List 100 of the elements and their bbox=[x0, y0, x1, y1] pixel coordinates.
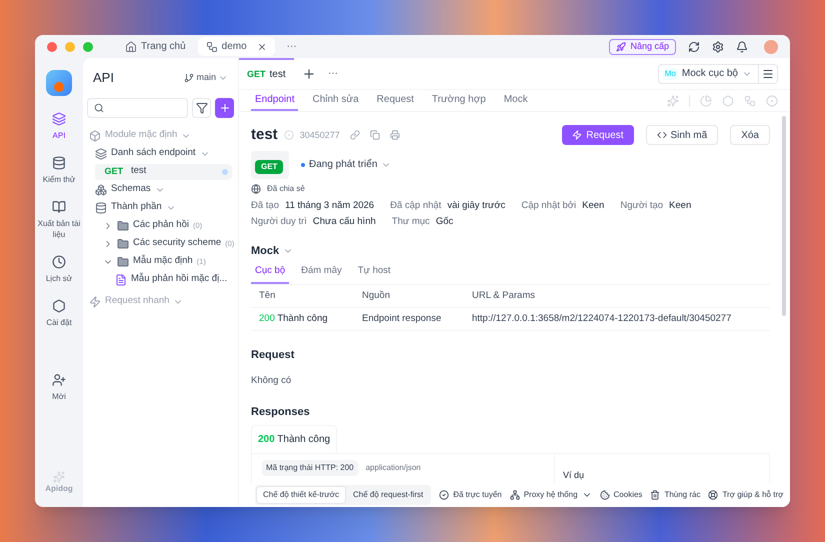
invite-icon bbox=[52, 373, 66, 387]
refresh-icon[interactable] bbox=[688, 40, 700, 52]
section-tab[interactable]: Mock bbox=[500, 90, 532, 111]
flow-icon[interactable] bbox=[744, 94, 756, 106]
mock-source-tab[interactable]: Tự host bbox=[354, 264, 395, 284]
mode-toggle[interactable]: Chế độ request-first bbox=[346, 486, 430, 504]
lightning-icon bbox=[572, 130, 582, 140]
window-tab[interactable]: demo bbox=[198, 37, 275, 56]
cube-icon bbox=[95, 184, 107, 196]
more-button[interactable]: ··· bbox=[328, 66, 338, 81]
mock-source-tab[interactable]: Cục bộ bbox=[251, 264, 290, 284]
empty-text: Không có bbox=[251, 374, 292, 388]
section-tab[interactable]: Trường hợp bbox=[428, 90, 490, 111]
lightning-icon bbox=[89, 296, 101, 308]
cookie-icon bbox=[600, 490, 610, 500]
rail-item[interactable]: Cài đặt bbox=[36, 299, 82, 328]
delete-button[interactable]: Xóa bbox=[730, 125, 770, 146]
new-tab-icon[interactable] bbox=[302, 66, 316, 80]
target-icon[interactable] bbox=[766, 94, 778, 106]
layers-icon bbox=[95, 148, 107, 160]
add-button[interactable] bbox=[215, 98, 234, 118]
tree-item[interactable]: Mẫu phản hồi mặc đị... bbox=[115, 272, 232, 288]
tree-item-label: Schemas bbox=[111, 182, 151, 196]
avatar[interactable] bbox=[764, 40, 778, 54]
network-icon bbox=[510, 490, 520, 500]
request-button[interactable]: Request bbox=[562, 125, 634, 146]
more-button[interactable]: ··· bbox=[278, 39, 305, 54]
upgrade-button[interactable]: Nâng cấp bbox=[609, 38, 676, 54]
printer-icon[interactable] bbox=[390, 130, 400, 140]
generate-code-button[interactable]: Sinh mã bbox=[646, 125, 718, 146]
example-title: Ví dụ bbox=[563, 470, 584, 480]
tree-item[interactable]: Danh sách endpoint bbox=[95, 146, 232, 162]
link-icon[interactable] bbox=[350, 130, 360, 140]
status-code-tag: Mã trạng thái HTTP: 200 bbox=[262, 460, 358, 476]
menu-icon bbox=[762, 68, 774, 80]
table-cell-text: 200 Thành công bbox=[259, 312, 329, 326]
meta-label: Người duy trì bbox=[251, 214, 307, 229]
rail-item[interactable]: Mời bbox=[36, 373, 82, 402]
endpoint-id: 30450277 bbox=[300, 128, 340, 142]
trash-icon bbox=[650, 490, 660, 500]
meta-label: Đã tạo bbox=[251, 198, 279, 212]
scrollbar[interactable] bbox=[782, 116, 786, 316]
filter-icon bbox=[196, 102, 208, 114]
panel-title: API bbox=[93, 69, 114, 87]
window-tab[interactable]: Trang chủ bbox=[117, 37, 194, 56]
search-icon bbox=[94, 102, 104, 112]
status-item[interactable]: Cookies bbox=[600, 489, 642, 501]
meta-value: Keen bbox=[669, 198, 692, 212]
chart-icon[interactable] bbox=[700, 94, 712, 106]
copy-icon[interactable] bbox=[370, 130, 380, 140]
mode-toggle[interactable]: Chế độ thiết kế-trước bbox=[256, 486, 346, 504]
close-icon[interactable] bbox=[256, 42, 267, 52]
rocket-icon bbox=[616, 42, 626, 52]
section-tab[interactable]: Endpoint bbox=[251, 90, 298, 111]
tree-item[interactable]: GET test bbox=[95, 164, 232, 180]
section-tab[interactable]: Chỉnh sửa bbox=[308, 90, 363, 111]
rail-item[interactable]: Kiểm thử bbox=[36, 156, 82, 185]
menu-button[interactable] bbox=[759, 64, 778, 84]
meta-value: 11 tháng 3 năm 2026 bbox=[285, 198, 374, 212]
history-icon bbox=[52, 255, 66, 269]
status-item[interactable]: Thùng rác bbox=[650, 489, 700, 501]
table-cell-text: Endpoint response bbox=[362, 312, 442, 326]
home-icon bbox=[125, 40, 137, 52]
hexagon-icon[interactable] bbox=[722, 94, 734, 106]
rail-item[interactable]: API bbox=[36, 112, 82, 141]
tree-item[interactable]: Schemas bbox=[95, 182, 232, 198]
status-item[interactable]: Proxy hệ thống bbox=[510, 489, 592, 501]
column-header: Nguồn bbox=[362, 288, 391, 303]
status-item[interactable]: Đã trực tuyến bbox=[439, 489, 502, 501]
rail-item[interactable]: Lịch sử bbox=[36, 255, 82, 284]
status-selector[interactable]: Đang phát triển bbox=[301, 157, 392, 172]
zoom-window-button[interactable] bbox=[83, 42, 93, 52]
status-item[interactable]: Trợ giúp & hỗ trợ bbox=[708, 489, 784, 501]
notification-icon[interactable] bbox=[736, 40, 748, 52]
content-type: application/json bbox=[366, 462, 421, 474]
section-tab[interactable]: Request bbox=[372, 90, 418, 111]
tree-item-label: Request nhanh bbox=[105, 294, 170, 308]
mock-environment-selector[interactable]: Mo Mock cục bộ bbox=[658, 64, 759, 84]
branch-selector[interactable]: main bbox=[184, 71, 228, 84]
response-tab[interactable]: 200 Thành công bbox=[251, 424, 338, 452]
brand-name: Apidog bbox=[45, 483, 73, 495]
mock-source-tab[interactable]: Đám mây bbox=[297, 264, 346, 284]
folder-icon bbox=[117, 238, 129, 250]
meta-label: Thư mục bbox=[392, 214, 430, 229]
rail-item[interactable]: Xuất bản tài liệu bbox=[36, 200, 82, 240]
filter-button[interactable] bbox=[192, 98, 211, 118]
tree-item-label: test bbox=[131, 164, 146, 178]
code-icon bbox=[656, 130, 667, 140]
close-window-button[interactable] bbox=[47, 42, 57, 52]
column-header: URL & Params bbox=[472, 288, 536, 303]
help-icon bbox=[708, 490, 718, 500]
minimize-window-button[interactable] bbox=[65, 42, 75, 52]
endpoint-title: test bbox=[251, 125, 278, 145]
sparkle-icon[interactable] bbox=[667, 94, 679, 106]
tree-item[interactable]: Thành phần bbox=[95, 200, 232, 216]
meta-value: Chưa cấu hình bbox=[312, 214, 376, 229]
table-cell-text: http://127.0.0.1:3658/m2/1224074-1220173-default/30450277 bbox=[472, 312, 732, 326]
meta-label: Đã cập nhật bbox=[390, 198, 442, 212]
search-field[interactable] bbox=[87, 98, 188, 118]
app-logo bbox=[46, 70, 72, 96]
